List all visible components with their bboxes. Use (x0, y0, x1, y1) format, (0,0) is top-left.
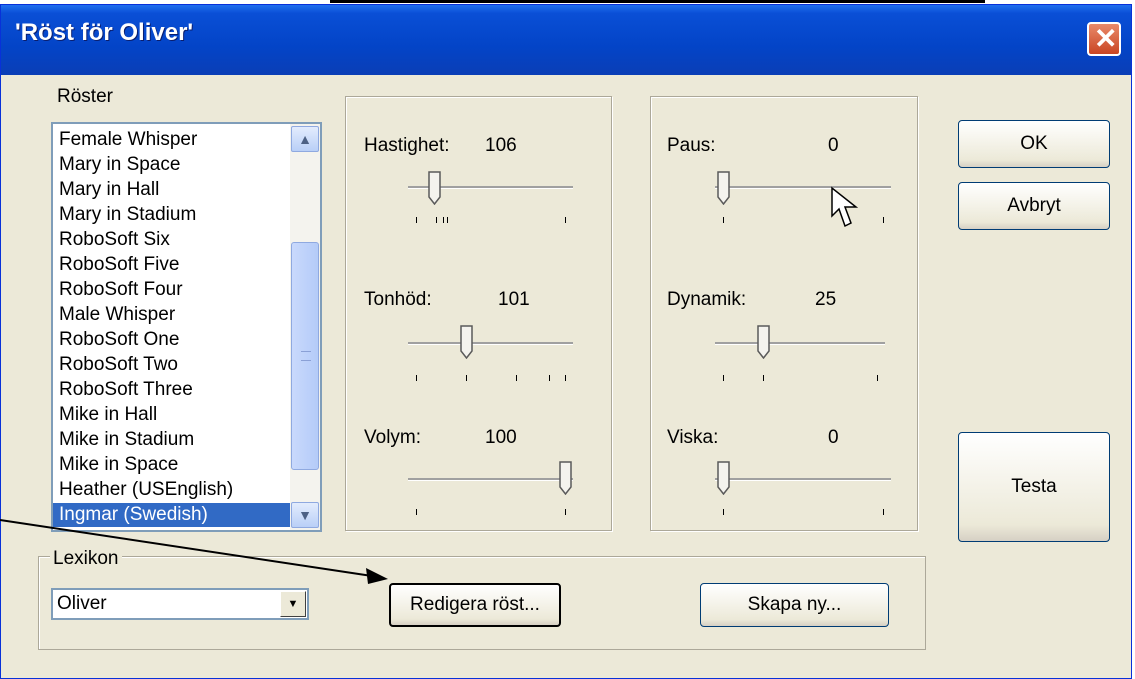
annotation-arrow-head (366, 568, 388, 584)
annotation-overlay (0, 186, 859, 584)
mouse-pointer-icon (831, 186, 859, 228)
annotation-arrow-line (0, 519, 373, 577)
